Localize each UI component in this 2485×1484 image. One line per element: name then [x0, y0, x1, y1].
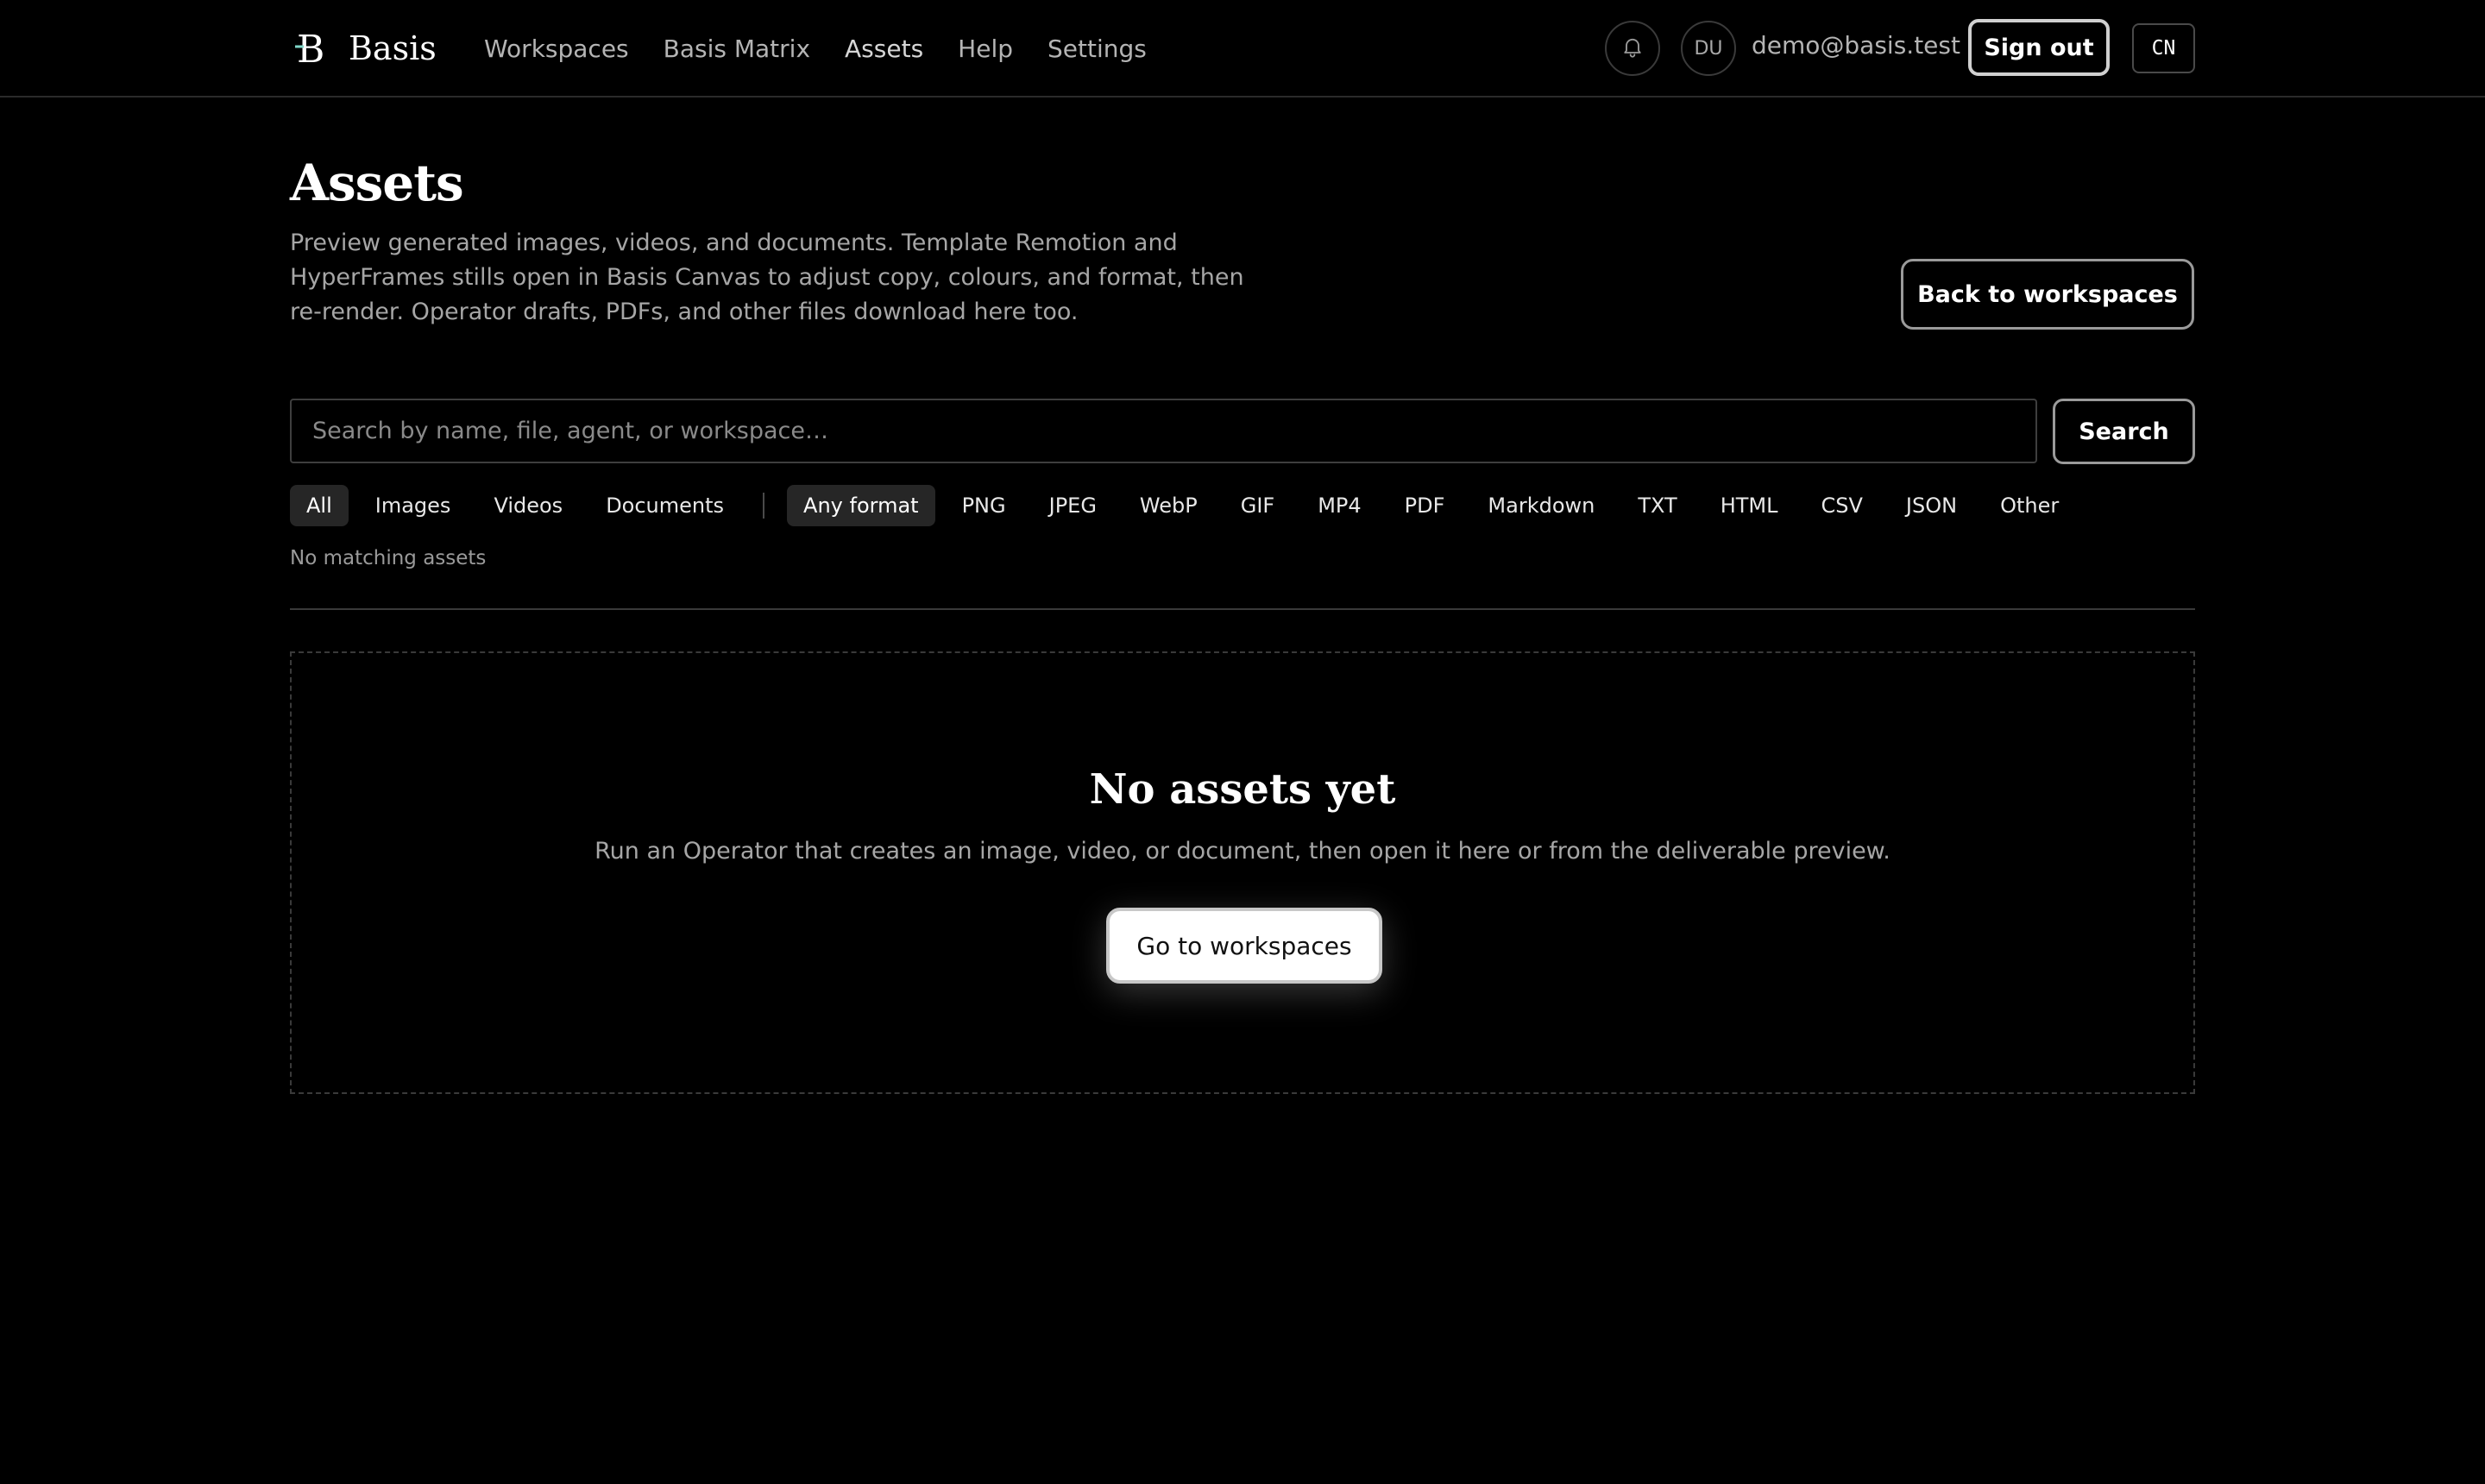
nav-link-settings[interactable]: Settings	[1047, 35, 1147, 63]
bell-icon	[1620, 35, 1645, 62]
format-chip-webp[interactable]: WebP	[1123, 485, 1214, 526]
notifications-button[interactable]	[1605, 21, 1660, 76]
format-chip-mp4[interactable]: MP4	[1301, 485, 1377, 526]
language-toggle-button[interactable]: CN	[2132, 23, 2195, 73]
search-input[interactable]	[290, 399, 2037, 463]
empty-state-description: Run an Operator that creates an image, v…	[595, 838, 1890, 865]
format-chip-pdf[interactable]: PDF	[1388, 485, 1462, 526]
brand-logo[interactable]: B Basis	[290, 24, 437, 72]
nav-link-basis-matrix[interactable]: Basis Matrix	[664, 35, 810, 63]
format-chip-csv[interactable]: CSV	[1805, 485, 1879, 526]
format-chip-gif[interactable]: GIF	[1224, 485, 1291, 526]
nav-link-help[interactable]: Help	[958, 35, 1013, 63]
main-nav: Workspaces Basis Matrix Assets Help Sett…	[484, 29, 1147, 67]
nav-link-assets[interactable]: Assets	[845, 35, 923, 63]
format-chip-txt[interactable]: TXT	[1621, 485, 1693, 526]
format-chip-html[interactable]: HTML	[1704, 485, 1795, 526]
page-title: Assets	[290, 154, 464, 212]
search-button[interactable]: Search	[2053, 399, 2195, 464]
filter-chip-documents[interactable]: Documents	[589, 485, 740, 526]
format-chip-other[interactable]: Other	[1984, 485, 2075, 526]
section-divider	[290, 608, 2195, 610]
result-count-text: No matching assets	[290, 547, 487, 569]
filter-chip-images[interactable]: Images	[359, 485, 468, 526]
format-chip-json[interactable]: JSON	[1890, 485, 1973, 526]
top-navigation-bar: B Basis Workspaces Basis Matrix Assets H…	[0, 0, 2485, 97]
filter-bar: All Images Videos Documents Any format P…	[290, 485, 2075, 526]
back-to-workspaces-button[interactable]: Back to workspaces	[1901, 259, 2194, 330]
filter-separator	[763, 493, 765, 519]
filter-chip-videos[interactable]: Videos	[477, 485, 579, 526]
brand-name: Basis	[349, 29, 437, 67]
brand-b-icon: B	[290, 24, 331, 72]
user-email: demo@basis.test	[1752, 31, 1960, 60]
format-chip-any-format[interactable]: Any format	[787, 485, 935, 526]
filter-chip-all[interactable]: All	[290, 485, 349, 526]
page-description: Preview generated images, videos, and do…	[290, 230, 1244, 325]
svg-text:B: B	[297, 28, 324, 69]
format-chip-jpeg[interactable]: JPEG	[1033, 485, 1113, 526]
go-to-workspaces-button[interactable]: Go to workspaces	[1106, 908, 1382, 984]
empty-state-panel: No assets yet Run an Operator that creat…	[290, 651, 2195, 1094]
empty-state-title: No assets yet	[1089, 765, 1396, 814]
nav-link-workspaces[interactable]: Workspaces	[484, 35, 629, 63]
user-avatar[interactable]: DU	[1681, 21, 1736, 76]
format-chip-png[interactable]: PNG	[946, 485, 1022, 526]
format-chip-markdown[interactable]: Markdown	[1471, 485, 1611, 526]
sign-out-button[interactable]: Sign out	[1968, 19, 2110, 76]
